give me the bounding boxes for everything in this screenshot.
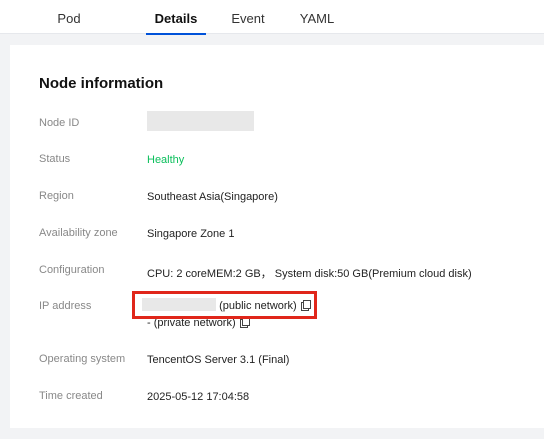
configuration-value: CPU: 2 coreMEM:2 GB， System disk:50 GB(P… [147,265,472,281]
status-value: Healthy [147,154,185,166]
operating-system-value: TencentOS Server 3.1 (Final) [147,354,290,366]
time-created-value: 2025-05-12 17:04:58 [147,391,250,403]
tab-pod-management[interactable]: Pod management [19,0,119,64]
tab-yaml[interactable]: YAML [296,0,338,34]
tab-details[interactable]: Details [146,0,206,35]
config-mem: MEM:2 GB， [206,268,272,280]
region-label: Region [39,190,74,202]
node-id-label: Node ID [39,117,80,129]
node-information-card: Node information Node ID Status Healthy … [10,45,544,428]
card-title: Node information [39,75,164,92]
availability-zone-label: Availability zone [39,227,118,239]
config-disk: System disk:50 GB(Premium cloud disk) [274,268,472,280]
ip-address-label: IP address [39,300,92,312]
availability-zone-value: Singapore Zone 1 [147,228,235,240]
highlight-box [132,291,317,319]
tab-bar: Pod management Details Event YAML [0,0,544,64]
region-value: Southeast Asia(Singapore) [147,191,278,203]
status-label: Status [39,153,71,165]
tab-event[interactable]: Event [226,0,270,34]
node-id-value [147,111,254,134]
operating-system-label: Operating system [39,353,126,365]
time-created-label: Time created [39,390,103,402]
node-id-redacted [147,111,254,131]
configuration-label: Configuration [39,264,105,276]
config-cpu: CPU: 2 core [147,268,207,280]
